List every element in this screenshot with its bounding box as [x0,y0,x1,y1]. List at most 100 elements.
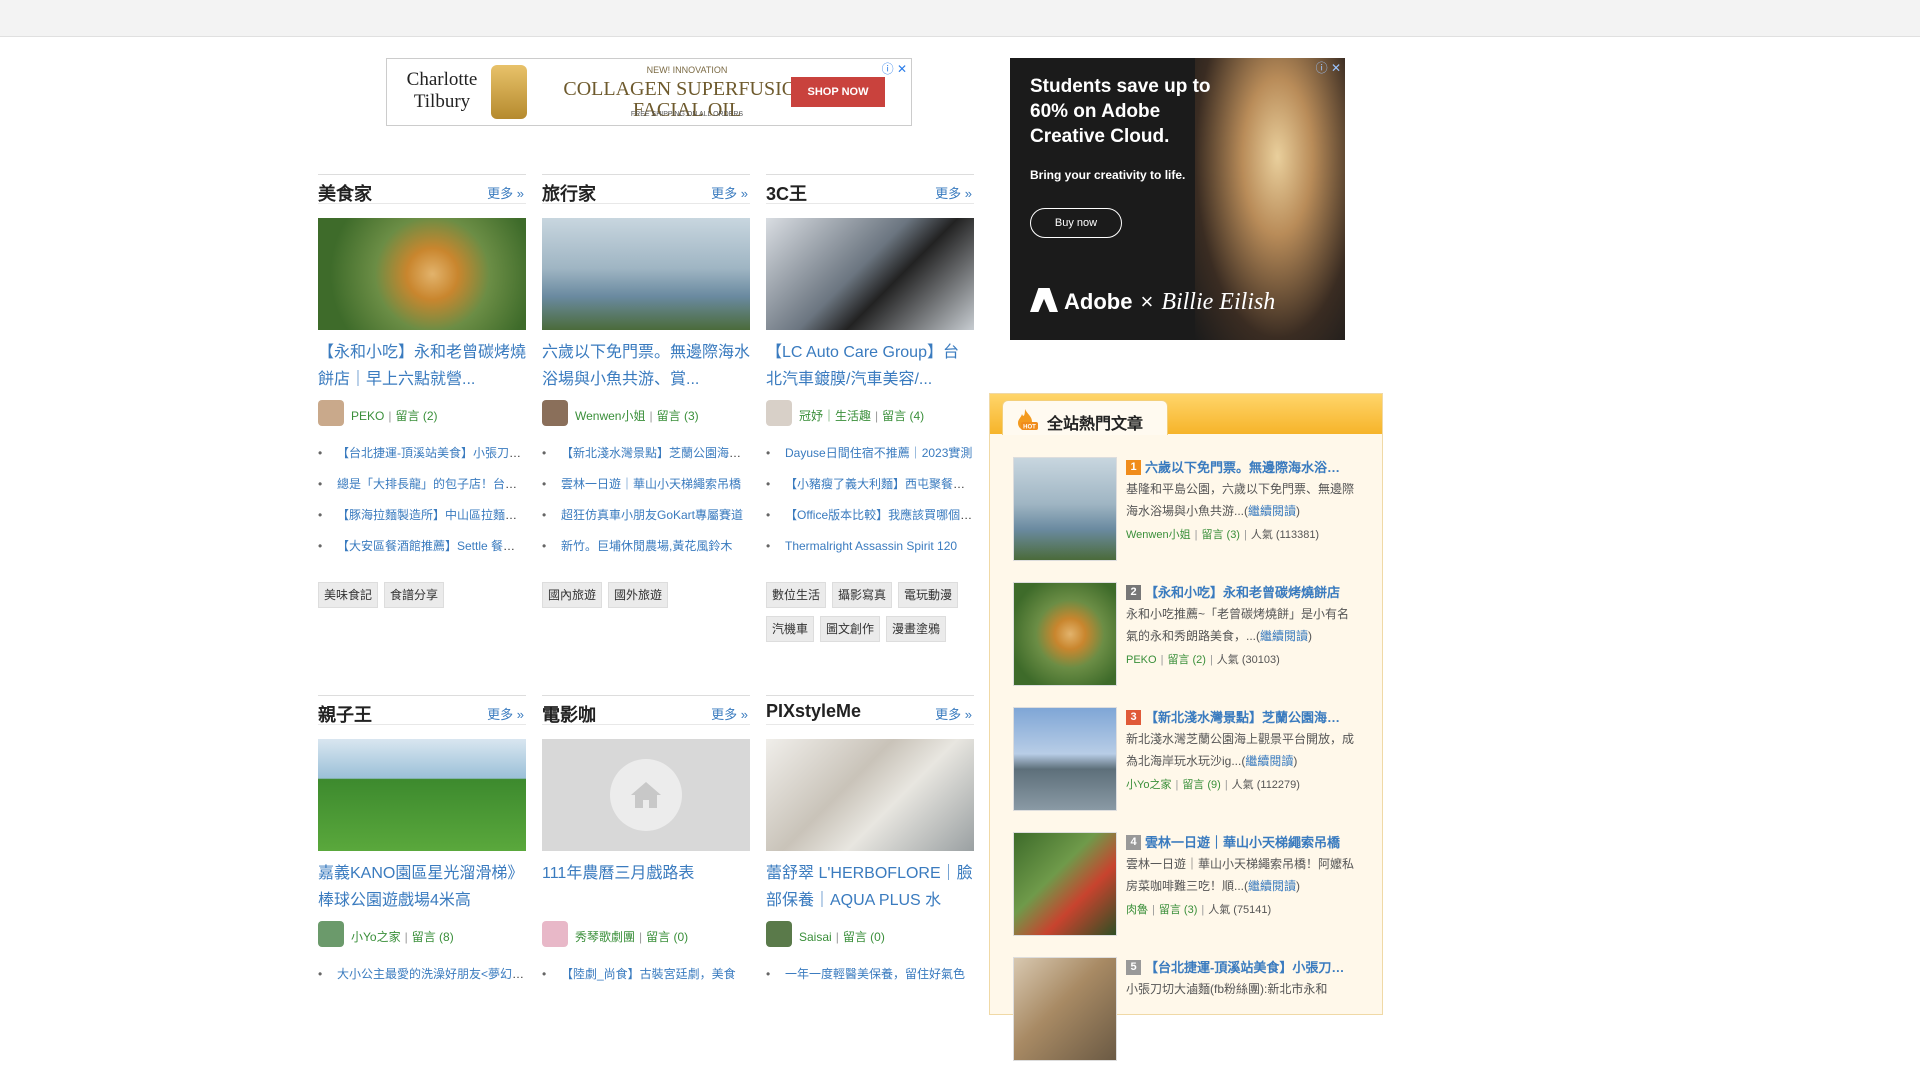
article-link[interactable]: Dayuse日間住宿不推薦｜2023實測 [785,446,972,460]
avatar[interactable] [766,921,792,947]
tag-button[interactable]: 電玩動漫 [898,582,959,608]
hot-article-title[interactable]: 雲林一日遊｜華山小天梯繩索吊橋 [1145,832,1340,851]
tag-button[interactable]: 圖文創作 [820,616,881,642]
category-header: 旅行家 更多 » [542,174,750,204]
category-title: 電影咖 [542,705,596,725]
hot-article-title[interactable]: 【新北淺水灣景點】芝蘭公園海上觀景平台 [1145,707,1353,726]
featured-image[interactable] [318,218,526,330]
tag-button[interactable]: 攝影寫真 [832,582,893,608]
list-item: Thermalright Assassin Spirit 120 [766,531,974,562]
author-link[interactable]: Wenwen小姐 [1126,529,1191,541]
featured-image[interactable] [542,739,750,851]
author-link[interactable]: 小Yo之家 [351,930,401,944]
hot-article-title[interactable]: 【永和小吃】永和老曾碳烤燒餅店 [1145,582,1340,601]
more-link[interactable]: 更多 » [711,704,748,723]
article-link[interactable]: Thermalright Assassin Spirit 120 [785,539,957,553]
hot-article-thumbnail[interactable] [1013,707,1117,811]
read-more-link[interactable]: 繼續閱讀 [1248,504,1296,518]
article-link[interactable]: 總是「大排長龍」的包子店！台北人氣美食 [337,477,526,491]
article-link[interactable]: 【Office版本比較】我應該買哪個版本 [785,508,974,522]
featured-image[interactable] [542,218,750,330]
tag-button[interactable]: 國內旅遊 [542,582,603,608]
author-link[interactable]: 冠妤｜生活趣 [799,409,871,423]
comments-link[interactable]: 留言 (3) [657,409,699,423]
author-link[interactable]: Wenwen小姐 [575,409,645,423]
read-more-link[interactable]: 繼續閱讀 [1248,879,1296,893]
ad-close-icon[interactable]: ⓘ ✕ [1316,59,1341,76]
article-link[interactable]: 大小公主最愛的洗澡好朋友<夢幻泡泡> [337,967,526,981]
article-link[interactable]: 一年一度輕醫美保養，留住好氣色 [785,967,965,981]
article-link[interactable]: 雲林一日遊｜華山小天梯繩索吊橋 [561,477,741,491]
hot-article-thumbnail[interactable] [1013,457,1117,561]
article-link[interactable]: 超狂仿真車小朋友GoKart專屬賽道 [561,508,743,522]
ad-close-icon[interactable]: ⓘ ✕ [882,60,907,77]
hot-article-title[interactable]: 【台北捷運-頂溪站美食】小張刀切大滷麵 [1145,957,1353,976]
more-link[interactable]: 更多 » [487,183,524,202]
more-link[interactable]: 更多 » [711,183,748,202]
article-link[interactable]: 【小豬瘦了義大利麵】西屯聚餐推薦 [785,477,974,491]
author-link[interactable]: 秀琴歌劇團 [575,930,635,944]
comments-link[interactable]: 留言 (3) [1201,529,1240,541]
featured-image[interactable] [766,739,974,851]
author-link[interactable]: PEKO [1126,654,1157,666]
more-link[interactable]: 更多 » [487,704,524,723]
featured-title-link[interactable]: 【LC Auto Care Group】台北汽車鍍膜/汽車美容/... [766,339,974,393]
tag-button[interactable]: 國外旅遊 [608,582,669,608]
tag-button[interactable]: 美味食記 [318,582,379,608]
comments-link[interactable]: 留言 (3) [1159,904,1198,916]
featured-title-link[interactable]: 【永和小吃】永和老曾碳烤燒餅店｜早上六點就營... [318,339,526,393]
avatar[interactable] [542,921,568,947]
tag-button[interactable]: 數位生活 [766,582,827,608]
side-ad[interactable]: Students save up to 60% on Adobe Creativ… [1010,58,1345,340]
more-link[interactable]: 更多 » [935,183,972,202]
list-item: 總是「大排長龍」的包子店！台北人氣美食 [318,469,526,500]
article-link[interactable]: 【陸劇_尚食】古裝宮廷劇，美食 [561,967,736,981]
author-link[interactable]: Saisai [799,930,832,944]
category-header: 3C王 更多 » [766,174,974,204]
comments-link[interactable]: 留言 (2) [1167,654,1206,666]
author-link[interactable]: 小Yo之家 [1126,779,1171,791]
read-more-link[interactable]: 繼續閱讀 [1245,754,1293,768]
hot-articles-panel: HOT 全站熱門文章 1六歲以下免門票。無邊際海水浴場與小魚共游 基隆和平島公園… [989,393,1383,1061]
avatar[interactable] [318,400,344,426]
category-travel: 旅行家 更多 » 六歲以下免門票。無邊際海水浴場與小魚共游、賞... Wenwe… [542,174,750,644]
featured-title-link[interactable]: 六歲以下免門票。無邊際海水浴場與小魚共游、賞... [542,339,750,393]
comments-link[interactable]: 留言 (2) [395,409,437,423]
featured-title-link[interactable]: 111年農曆三月戲路表 [542,860,750,887]
featured-title-link[interactable]: 蕾舒翠 L'HERBOFLORE｜臉部保養｜AQUA PLUS 水 [766,860,974,914]
comments-link[interactable]: 留言 (9) [1182,779,1221,791]
hot-article-thumbnail[interactable] [1013,582,1117,686]
article-link[interactable]: 【豚海拉麵製造所】中山區拉麵推薦 [337,508,526,522]
comments-link[interactable]: 留言 (4) [882,409,924,423]
hot-article-title[interactable]: 六歲以下免門票。無邊際海水浴場與小魚共游 [1145,457,1353,476]
article-link[interactable]: 【台北捷運-頂溪站美食】小張刀切大滷麵 [337,446,526,460]
avatar[interactable] [542,400,568,426]
hot-article-thumbnail[interactable] [1013,832,1117,936]
author-link[interactable]: PEKO [351,409,384,423]
category-pixstyleme: PIXstyleMe 更多 » 蕾舒翠 L'HERBOFLORE｜臉部保養｜AQ… [766,695,974,998]
avatar[interactable] [766,400,792,426]
more-link[interactable]: 更多 » [935,704,972,723]
category-food: 美食家 更多 » 【永和小吃】永和老曾碳烤燒餅店｜早上六點就營... PEKO |… [318,174,526,644]
shop-now-button[interactable]: SHOP NOW [791,77,885,107]
hot-article-thumbnail[interactable] [1013,957,1117,1061]
read-more-link[interactable]: 繼續閱讀 [1260,629,1308,643]
hot-articles-tab[interactable]: HOT 全站熱門文章 [1002,400,1168,435]
comments-link[interactable]: 留言 (0) [843,930,885,944]
featured-image[interactable] [318,739,526,851]
featured-image[interactable] [766,218,974,330]
banner-ad[interactable]: Charlotte Tilbury NEW! INNOVATION COLLAG… [386,58,912,126]
article-link[interactable]: 【大安區餐酒館推薦】Settle 餐酒館 [337,539,526,553]
avatar[interactable] [318,921,344,947]
tag-button[interactable]: 漫畫塗鴉 [886,616,947,642]
buy-now-button[interactable]: Buy now [1030,208,1122,238]
author-link[interactable]: 肉魯 [1126,904,1148,916]
comments-link[interactable]: 留言 (0) [646,930,688,944]
tag-button[interactable]: 食譜分享 [384,582,445,608]
article-link[interactable]: 【新北淺水灣景點】芝蘭公園海上觀景平台 [561,446,750,460]
comments-link[interactable]: 留言 (8) [412,930,454,944]
tag-button[interactable]: 汽機車 [766,616,815,642]
author-meta: Saisai | 留言 (0) [766,921,974,949]
article-link[interactable]: 新竹。巨埔休閒農場,黃花風鈴木 [561,539,732,553]
featured-title-link[interactable]: 嘉義KANO園區星光溜滑梯》棒球公園遊戲場4米高 [318,860,526,914]
